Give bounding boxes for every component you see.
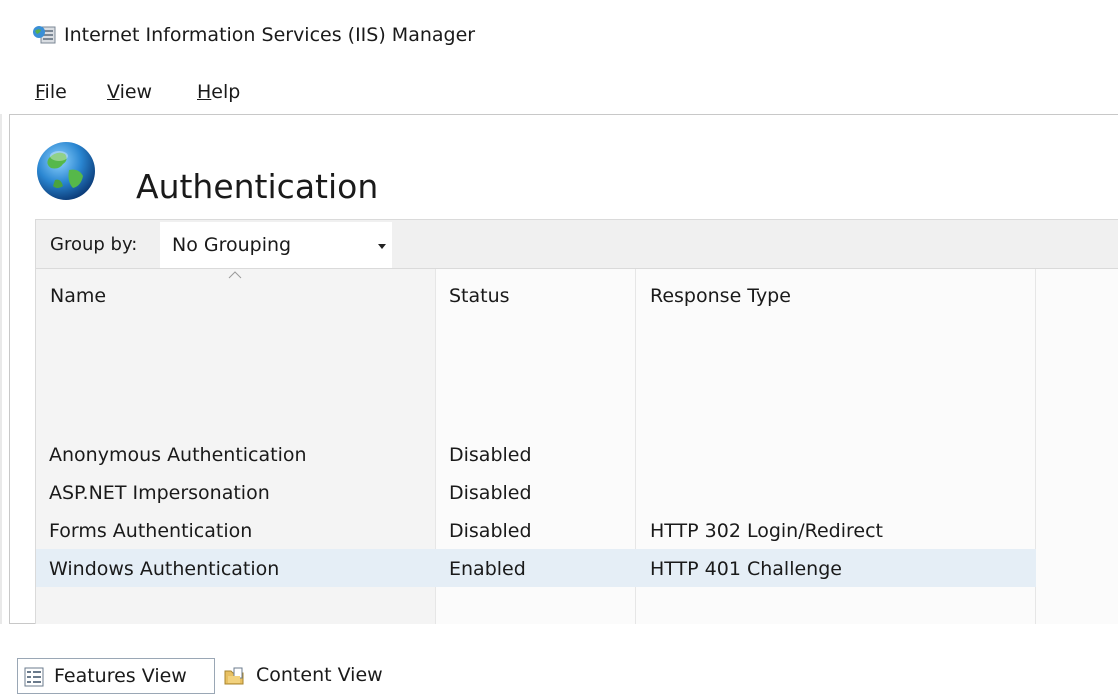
- title-bar: Internet Information Services (IIS) Mana…: [0, 0, 1118, 74]
- cell-name: Anonymous Authentication: [49, 444, 307, 466]
- column-header-status[interactable]: Status: [449, 285, 510, 307]
- table-row-anonymous[interactable]: Anonymous Authentication Disabled: [36, 435, 1118, 473]
- window-title: Internet Information Services (IIS) Mana…: [64, 24, 476, 46]
- group-by-dropdown[interactable]: No Grouping: [160, 222, 392, 268]
- table-row-windows[interactable]: Windows Authentication Enabled HTTP 401 …: [36, 549, 1118, 587]
- features-table: Name Status Response Type Anonymous Auth…: [35, 269, 1118, 625]
- cell-status: Disabled: [449, 444, 532, 466]
- content-view-label: Content View: [256, 664, 383, 686]
- group-by-label: Group by:: [50, 234, 138, 255]
- menu-help[interactable]: Help: [197, 81, 240, 103]
- view-switcher: Features View Content View: [0, 624, 1118, 694]
- cell-name: Windows Authentication: [49, 558, 280, 580]
- menu-view-rest: iew: [119, 81, 153, 103]
- page-title: Authentication: [136, 167, 379, 207]
- cell-response: HTTP 401 Challenge: [650, 558, 842, 580]
- menu-view-accel: V: [107, 81, 120, 103]
- group-by-toolbar: Group by: No Grouping: [35, 219, 1118, 269]
- table-row-aspnet-impersonation[interactable]: ASP.NET Impersonation Disabled: [36, 473, 1118, 511]
- column-header-response-type[interactable]: Response Type: [650, 285, 791, 307]
- sort-ascending-icon: [228, 271, 242, 279]
- menu-view[interactable]: View: [107, 81, 152, 103]
- cell-status: Enabled: [449, 558, 526, 580]
- menu-help-rest: elp: [211, 81, 241, 103]
- table-row-forms[interactable]: Forms Authentication Disabled HTTP 302 L…: [36, 511, 1118, 549]
- column-header-name[interactable]: Name: [50, 285, 106, 307]
- menu-bar: File View Help: [0, 74, 1118, 114]
- menu-file-accel: F: [35, 81, 45, 103]
- cell-status: Disabled: [449, 520, 532, 542]
- cell-name: Forms Authentication: [49, 520, 253, 542]
- feature-pane: Authentication Group by: No Grouping Nam…: [9, 114, 1118, 625]
- cell-response: HTTP 302 Login/Redirect: [650, 520, 883, 542]
- features-view-tab[interactable]: Features View: [17, 658, 215, 694]
- menu-help-accel: H: [197, 81, 212, 103]
- window-edge: [0, 114, 2, 624]
- iis-manager-icon: [33, 26, 56, 44]
- group-by-value: No Grouping: [172, 234, 292, 256]
- features-view-icon: [24, 667, 44, 687]
- cell-name: ASP.NET Impersonation: [49, 482, 270, 504]
- globe-icon: [37, 142, 95, 200]
- menu-file-rest: ile: [44, 81, 67, 103]
- content-view-tab[interactable]: Content View: [220, 658, 420, 694]
- dropdown-arrow-icon[interactable]: [378, 244, 386, 249]
- content-view-icon: [224, 667, 244, 685]
- features-view-label: Features View: [54, 665, 187, 687]
- cell-status: Disabled: [449, 482, 532, 504]
- menu-file[interactable]: File: [35, 81, 67, 103]
